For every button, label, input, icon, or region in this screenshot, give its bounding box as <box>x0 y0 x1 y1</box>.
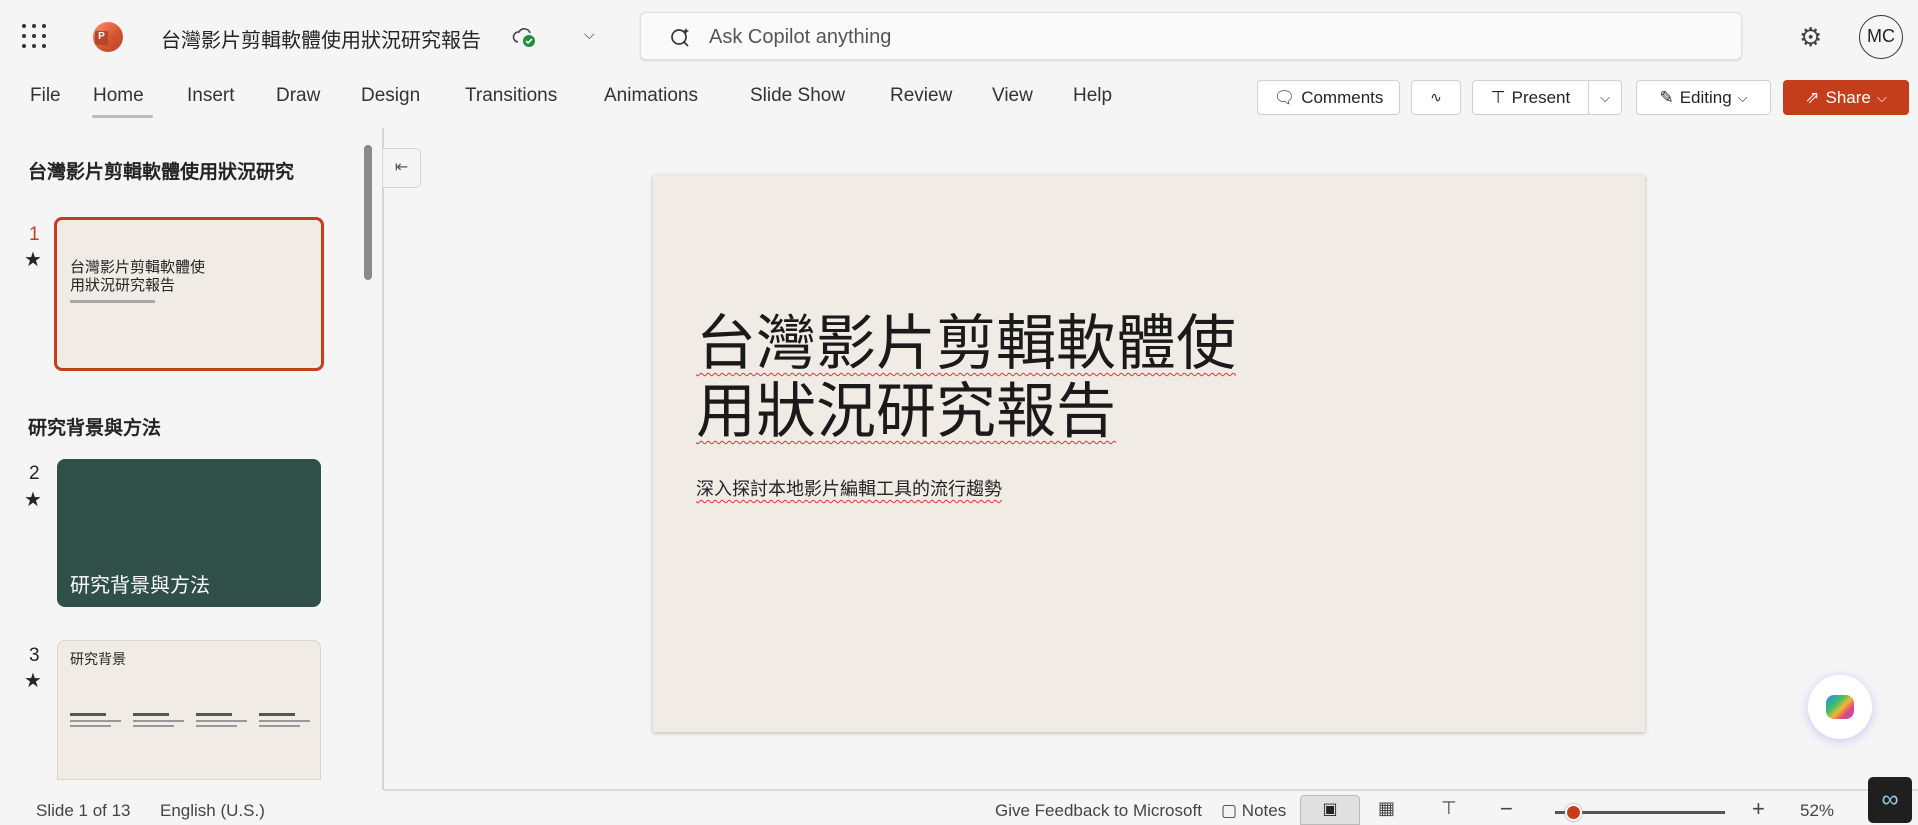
collapse-pane-button[interactable]: ⇤ <box>383 148 421 188</box>
thumb-title: 台灣影片剪輯軟體使 用狀況研究報告 <box>70 258 206 294</box>
slide-number: 1 <box>29 224 40 245</box>
section-heading[interactable]: 研究背景與方法 <box>28 413 161 440</box>
powerpoint-logo-icon: P <box>93 22 123 52</box>
slide-thumbnail-1[interactable]: 台灣影片剪輯軟體使 用狀況研究報告 <box>54 217 324 371</box>
slides-pane-scrollbar[interactable] <box>364 145 372 280</box>
tab-draw[interactable]: Draw <box>276 85 320 107</box>
settings-gear-icon[interactable]: ⚙ <box>1799 22 1822 53</box>
avatar[interactable]: MC <box>1859 15 1903 59</box>
search-placeholder: Ask Copilot anything <box>709 26 892 48</box>
share-button[interactable]: ⇗ Share ⌵ <box>1783 80 1909 115</box>
thumb-title: 研究背景與方法 <box>70 573 210 597</box>
zoom-slider-thumb[interactable] <box>1565 804 1582 821</box>
pane-divider <box>382 128 384 790</box>
feedback-link[interactable]: Give Feedback to Microsoft <box>995 801 1202 821</box>
zoom-out-button[interactable]: − <box>1500 796 1513 822</box>
zoom-level[interactable]: 52% <box>1800 801 1834 821</box>
tab-view[interactable]: View <box>992 85 1033 107</box>
zoom-in-button[interactable]: + <box>1752 796 1765 822</box>
active-tab-indicator <box>92 115 153 118</box>
present-dropdown-button[interactable]: ⌵ <box>1588 80 1622 115</box>
tab-design[interactable]: Design <box>361 85 420 107</box>
slide-thumbnail-3[interactable]: 研究背景 <box>57 640 321 780</box>
present-button[interactable]: ⊤ Present <box>1472 80 1589 115</box>
copilot-search-icon <box>671 28 689 47</box>
title-dropdown-icon[interactable]: ⌵ <box>584 26 595 43</box>
pencil-icon: ✎ <box>1659 87 1674 107</box>
editing-mode-button[interactable]: ✎ Editing ⌵ <box>1636 80 1771 115</box>
notes-button[interactable]: ▢ Notes <box>1221 801 1286 821</box>
zoom-slider[interactable] <box>1555 804 1725 821</box>
language-indicator[interactable]: English (U.S.) <box>160 801 265 821</box>
slide-thumbnail-2[interactable]: 研究背景與方法 <box>57 459 321 607</box>
cloud-saved-icon[interactable] <box>512 24 538 50</box>
app-launcher-icon[interactable] <box>22 24 48 50</box>
thumb-title: 研究背景 <box>70 652 126 668</box>
normal-view-icon: ▣ <box>1322 801 1338 818</box>
present-icon: ⊤ <box>1490 87 1506 107</box>
chevron-down-icon: ⌵ <box>1600 89 1610 105</box>
animation-star-icon: ★ <box>24 489 42 511</box>
slide-number: 3 <box>29 645 40 666</box>
notes-divider <box>384 789 1918 791</box>
copilot-search-input[interactable]: Ask Copilot anything <box>640 12 1742 60</box>
collapse-icon: ⇤ <box>394 159 409 176</box>
thumb-columns <box>70 713 310 727</box>
slide-canvas[interactable]: 台灣影片剪輯軟體使 用狀況研究報告 深入探討本地影片編輯工具的流行趨勢 <box>653 175 1645 732</box>
thumb-subtitle-line <box>70 300 155 303</box>
document-title[interactable]: 台灣影片剪輯軟體使用狀況研究報告 <box>161 24 481 53</box>
grid-icon: ▦ <box>1378 798 1396 818</box>
slide-title[interactable]: 台灣影片剪輯軟體使 用狀況研究報告 <box>696 310 1236 446</box>
tab-review[interactable]: Review <box>890 85 952 107</box>
comment-icon: 🗨 <box>1273 87 1296 107</box>
tab-animations[interactable]: Animations <box>604 85 698 107</box>
tab-insert[interactable]: Insert <box>187 85 235 107</box>
comments-button[interactable]: 🗨 Comments <box>1257 80 1400 115</box>
chevron-down-icon: ⌵ <box>1876 89 1887 105</box>
normal-view-button[interactable]: ▣ <box>1300 795 1360 825</box>
slide-number: 2 <box>29 463 40 484</box>
share-icon: ⇗ <box>1805 87 1820 107</box>
tab-home[interactable]: Home <box>93 85 144 107</box>
voice-button[interactable]: ∿ <box>1411 80 1461 115</box>
slide-subtitle[interactable]: 深入探討本地影片編輯工具的流行趨勢 <box>696 475 1002 501</box>
copilot-button[interactable] <box>1808 675 1872 739</box>
presenter-icon: ⊤ <box>1441 798 1457 818</box>
tab-file[interactable]: File <box>30 85 61 107</box>
animation-star-icon: ★ <box>24 249 42 271</box>
reading-view-button[interactable]: ⊤ <box>1441 798 1457 819</box>
slide-sorter-button[interactable]: ▦ <box>1378 798 1395 819</box>
overlay-link-icon[interactable]: ∞ <box>1868 777 1912 823</box>
tab-slide-show[interactable]: Slide Show <box>750 85 845 107</box>
notes-icon: ▢ <box>1221 801 1238 820</box>
waveform-icon: ∿ <box>1430 89 1442 105</box>
tab-help[interactable]: Help <box>1073 85 1112 107</box>
section-heading[interactable]: 台灣影片剪輯軟體使用狀況研究 <box>28 157 294 184</box>
tab-transitions[interactable]: Transitions <box>465 85 557 107</box>
copilot-icon <box>1826 695 1854 719</box>
slide-count: Slide 1 of 13 <box>36 801 131 820</box>
animation-star-icon: ★ <box>24 670 42 692</box>
chevron-down-icon: ⌵ <box>1737 89 1748 105</box>
